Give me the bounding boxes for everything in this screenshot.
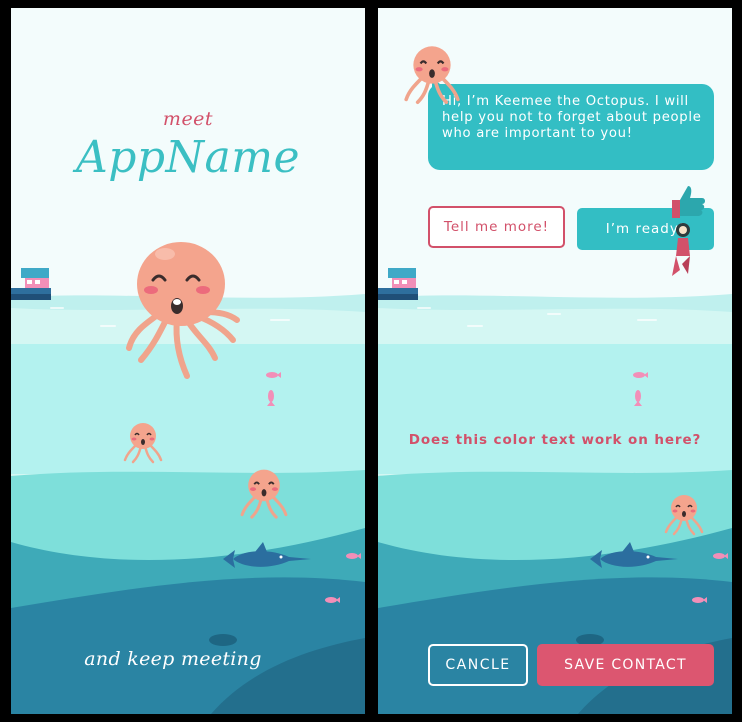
pink-fish-icon [325, 597, 340, 603]
pink-fish-icon [633, 372, 648, 378]
octopus-mascot-icon [126, 242, 240, 379]
boat-icon [11, 268, 51, 300]
small-octopus-icon [240, 469, 288, 519]
small-octopus-icon [664, 495, 704, 536]
save-contact-button[interactable]: SAVE CONTACT [537, 644, 714, 686]
app-name-title: AppName [75, 132, 301, 183]
tell-me-more-button[interactable]: Tell me more! [428, 206, 565, 248]
swordfish-icon [590, 542, 678, 568]
cancel-button[interactable]: CANCLE [428, 644, 528, 686]
pink-fish-icon [634, 390, 642, 406]
swordfish-icon [223, 542, 311, 568]
meet-label: meet [162, 108, 214, 130]
speech-bubble: Hi, I’m Keemee the Octopus. I will help … [428, 84, 714, 170]
question-text: Does this color text work on here? [408, 432, 702, 448]
chat-screen: Hi, I’m Keemee the Octopus. I will help … [378, 8, 732, 714]
diver-icon [672, 223, 690, 276]
pink-fish-icon [267, 390, 275, 406]
pink-fish-icon [692, 597, 707, 603]
thumbs-up-icon [672, 186, 705, 218]
pink-fish-icon [713, 553, 728, 559]
octopus-mascot-icon [404, 46, 460, 105]
small-octopus-icon [123, 423, 163, 464]
pink-fish-icon [266, 372, 281, 378]
pink-fish-icon [346, 553, 361, 559]
intro-screen: meet AppName and keep meeting [11, 8, 365, 714]
tagline-text: and keep meeting [84, 648, 262, 670]
boat-icon [378, 268, 418, 300]
